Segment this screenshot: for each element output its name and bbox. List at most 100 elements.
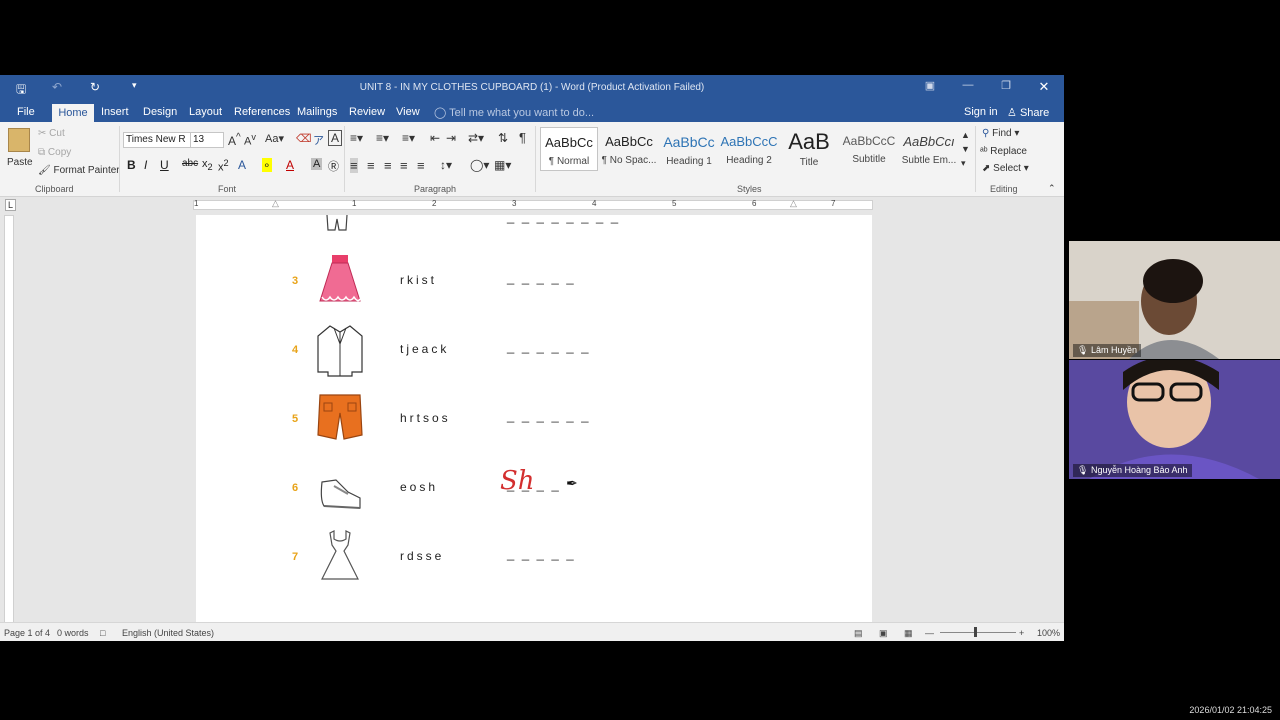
participant-video[interactable]: 🎙 Nguyễn Hoàng Bảo Anh	[1069, 360, 1280, 479]
multilevel-list-icon[interactable]: ≡▾	[402, 131, 415, 145]
right-indent-marker[interactable]: △	[790, 198, 797, 209]
paragraph-shading-icon[interactable]: ◯▾	[470, 158, 489, 172]
distributed-icon[interactable]: ≡	[417, 158, 425, 173]
strikethrough-icon[interactable]: abc	[182, 158, 198, 169]
sort-icon[interactable]: ⇅	[498, 131, 508, 145]
enclose-characters-icon[interactable]: Ⓡ	[328, 158, 339, 174]
shrink-font-icon[interactable]: Av	[244, 132, 256, 148]
answer-blanks[interactable]: _ _ _ _ _ _	[507, 408, 590, 423]
italic-icon[interactable]: I	[144, 158, 147, 172]
select-button[interactable]: ⬈ Select ▾	[982, 163, 1029, 174]
copy-label: Copy	[47, 147, 72, 158]
align-left-icon[interactable]: ≡	[350, 158, 358, 173]
style-normal[interactable]: AaBbCc ¶ Normal	[540, 127, 598, 171]
phonetic-guide-icon[interactable]: ア	[313, 132, 324, 148]
web-layout-icon[interactable]: ▦	[904, 628, 913, 639]
minimize-icon[interactable]: —	[950, 79, 986, 97]
styles-scroll-down-icon[interactable]: ▼	[961, 144, 970, 154]
sign-in-link[interactable]: Sign in	[964, 106, 998, 118]
format-painter-button[interactable]: 🖌 Format Painter	[38, 165, 120, 176]
copy-button[interactable]: ⧉ Copy	[38, 147, 71, 158]
bullets-icon[interactable]: ≡▾	[350, 131, 363, 145]
exercise-row: 5 hrtsos _ _ _ _ _ _	[196, 391, 872, 451]
zoom-out-icon[interactable]: —	[925, 628, 934, 638]
tab-design[interactable]: Design	[143, 106, 177, 118]
word-count[interactable]: 0 words	[57, 628, 89, 638]
participant-video[interactable]: 🎙 Lâm Huyền	[1069, 241, 1280, 359]
change-case-icon[interactable]: Aa▾	[265, 132, 284, 145]
highlight-icon[interactable]: ∘	[262, 158, 272, 172]
clear-formatting-icon[interactable]: ⌫	[296, 132, 312, 145]
document-page[interactable]: _ _ _ _ _ _ _ _ 3 rkist _ _ _ _ _ 4 tjea…	[196, 209, 872, 625]
proofing-icon[interactable]: □	[100, 628, 105, 638]
language-indicator[interactable]: English (United States)	[122, 628, 214, 638]
answer-blanks[interactable]: _ _ _ _ _ _	[507, 339, 590, 354]
subscript-icon[interactable]: x2	[202, 158, 213, 172]
increase-indent-icon[interactable]: ⇥	[446, 131, 456, 145]
paste-button[interactable]: Paste	[7, 157, 33, 168]
print-layout-icon[interactable]: ▣	[879, 628, 888, 639]
tab-selector-icon[interactable]: L	[5, 199, 17, 211]
page-count[interactable]: Page 1 of 4	[4, 628, 50, 638]
tab-layout[interactable]: Layout	[189, 106, 222, 118]
borders-icon[interactable]: ▦▾	[494, 158, 511, 172]
text-effects-icon[interactable]: A	[238, 158, 246, 172]
select-icon: ⬈	[982, 163, 991, 174]
zoom-slider[interactable]	[940, 632, 1016, 633]
styles-scroll-up-icon[interactable]: ▲	[961, 130, 970, 140]
bold-icon[interactable]: B	[127, 158, 136, 172]
shading-icon[interactable]: A	[311, 158, 323, 170]
cut-button[interactable]: ✂ Cut	[38, 128, 65, 139]
justify-icon[interactable]: ≡	[400, 158, 408, 173]
collapse-ribbon-icon[interactable]: ⌃	[1048, 183, 1056, 194]
tab-view[interactable]: View	[396, 106, 420, 118]
style-subtitle[interactable]: AaBbCcC Subtitle	[840, 127, 898, 171]
tab-file[interactable]: File	[17, 106, 35, 118]
tab-mailings[interactable]: Mailings	[297, 106, 337, 118]
read-mode-icon[interactable]: ▤	[854, 628, 863, 639]
style-title[interactable]: AaB Title	[780, 127, 838, 171]
character-border-icon[interactable]: A	[328, 130, 343, 146]
show-formatting-marks-icon[interactable]: ¶	[519, 130, 526, 145]
replace-label: Replace	[990, 146, 1027, 157]
zoom-level[interactable]: 100%	[1037, 628, 1060, 638]
jacket-icon	[317, 325, 363, 377]
tab-insert[interactable]: Insert	[101, 106, 129, 118]
text-direction-icon[interactable]: ⇄▾	[468, 131, 484, 145]
font-color-icon[interactable]: A	[286, 158, 294, 172]
styles-more-icon[interactable]: ▾	[961, 158, 966, 169]
answer-blanks[interactable]: _ _ _ _ _	[507, 270, 576, 285]
underline-icon[interactable]: U	[160, 158, 169, 172]
paste-icon[interactable]	[8, 128, 30, 152]
close-icon[interactable]: ✕	[1026, 79, 1062, 97]
decrease-indent-icon[interactable]: ⇤	[430, 131, 440, 145]
grow-font-icon[interactable]: A^	[228, 132, 241, 148]
font-size-select[interactable]: 13	[190, 132, 224, 148]
style-heading-1[interactable]: AaBbCc Heading 1	[660, 127, 718, 171]
divider	[975, 126, 976, 192]
restore-icon[interactable]: ❐	[988, 79, 1024, 97]
share-button[interactable]: ♙ Share	[1007, 106, 1049, 119]
tab-home[interactable]: Home	[52, 104, 94, 122]
ruler-number: 2	[432, 199, 437, 208]
align-center-icon[interactable]: ≡	[367, 158, 375, 173]
tab-review[interactable]: Review	[349, 106, 385, 118]
participant-name-text: Lâm Huyền	[1090, 345, 1137, 355]
style-heading-2[interactable]: AaBbCcC Heading 2	[720, 127, 778, 171]
find-button[interactable]: ⚲ Find ▾	[982, 128, 1019, 139]
zoom-in-icon[interactable]: +	[1019, 628, 1024, 638]
superscript-icon[interactable]: x2	[218, 158, 229, 174]
line-spacing-icon[interactable]: ↕▾	[440, 158, 452, 172]
numbering-icon[interactable]: ≡▾	[376, 131, 389, 145]
item-number: 6	[292, 482, 299, 494]
style-no-spacing[interactable]: AaBbCc ¶ No Spac...	[600, 127, 658, 171]
tell-me-search[interactable]: ◯ Tell me what you want to do...	[434, 106, 594, 119]
answer-blanks[interactable]: _ _ _ _ _	[507, 546, 576, 561]
style-subtle-emphasis[interactable]: AaBbCcı Subtle Em...	[900, 127, 958, 171]
ribbon-options-icon[interactable]: ▣	[912, 79, 948, 97]
left-indent-marker[interactable]: △	[272, 198, 279, 209]
tab-references[interactable]: References	[234, 106, 290, 118]
replace-button[interactable]: ᵃᵇ Replace	[980, 146, 1027, 157]
zoom-slider-thumb[interactable]	[974, 627, 977, 637]
align-right-icon[interactable]: ≡	[384, 158, 392, 173]
